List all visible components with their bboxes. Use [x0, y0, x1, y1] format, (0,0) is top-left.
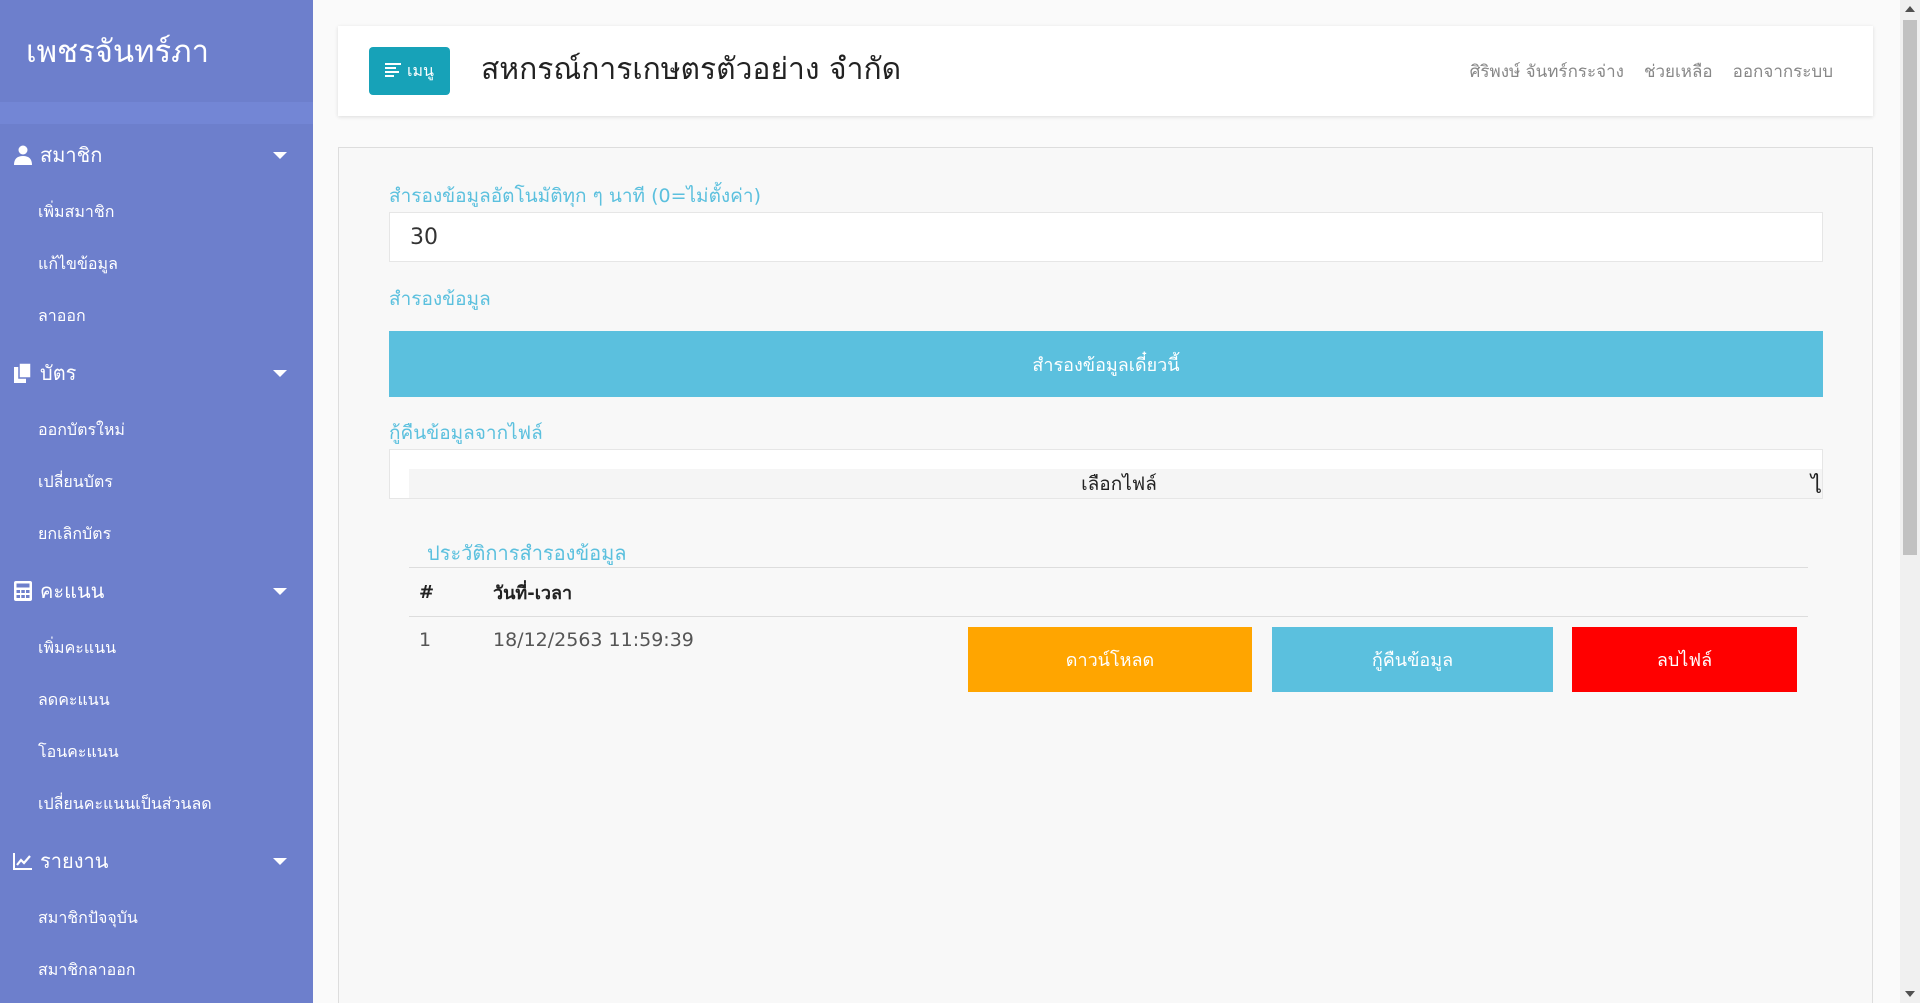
- calculator-icon: [12, 580, 34, 602]
- copy-icon: [12, 362, 34, 384]
- delete-file-button[interactable]: ลบไฟล์: [1572, 627, 1797, 692]
- nav-item-current-members[interactable]: สมาชิกปัจจุบัน: [0, 892, 313, 944]
- user-name-link[interactable]: ศิริพงษ์ จันทร์กระจ่าง: [1470, 58, 1624, 85]
- page-scrollbar[interactable]: [1900, 0, 1920, 1003]
- menu-toggle-button[interactable]: เมนู: [369, 47, 450, 95]
- table-row: 1 18/12/2563 11:59:39 ดาวน์โหลด กู้คืนข้…: [409, 617, 1808, 697]
- nav-item-change-card[interactable]: เปลี่ยนบัตร: [0, 456, 313, 508]
- backup-panel: สำรองข้อมูลอัตโนมัติทุก ๆ นาที (0=ไม่ตั้…: [338, 147, 1873, 1003]
- caret-down-icon: [273, 857, 287, 865]
- scroll-up-arrow-icon[interactable]: [1905, 6, 1915, 12]
- nav-head-members[interactable]: สมาชิก: [0, 124, 313, 186]
- auto-backup-input[interactable]: 30: [389, 212, 1823, 262]
- brand-divider: [0, 102, 313, 124]
- nav-item-points-to-discount[interactable]: เปลี่ยนคะแนนเป็นส่วนลด: [0, 778, 313, 830]
- caret-down-icon: [273, 151, 287, 159]
- nav-item-edit-member[interactable]: แก้ไขข้อมูล: [0, 238, 313, 290]
- backup-now-button[interactable]: สำรองข้อมูลเดี๋ยวนี้: [389, 331, 1823, 397]
- backup-history-table: # วันที่-เวลา 1 18/12/2563 11:59:39 ดาวน…: [409, 567, 1808, 697]
- menu-button-label: เมนู: [407, 60, 434, 80]
- nav-group-cards: บัตร ออกบัตรใหม่ เปลี่ยนบัตร ยกเลิกบัตร: [0, 342, 313, 560]
- nav-item-add-points[interactable]: เพิ่มคะแนน: [0, 622, 313, 674]
- align-left-icon: [385, 62, 402, 81]
- nav-item-reduce-points[interactable]: ลดคะแนน: [0, 674, 313, 726]
- brand-title: เพชรจันทร์ภา: [26, 34, 210, 70]
- nav-head-label: บัตร: [40, 361, 77, 385]
- nav-item-add-member[interactable]: เพิ่มสมาชิก: [0, 186, 313, 238]
- auto-backup-label: สำรองข้อมูลอัตโนมัติทุก ๆ นาที (0=ไม่ตั้…: [389, 185, 761, 207]
- nav-head-points[interactable]: คะแนน: [0, 560, 313, 622]
- nav-head-label: สมาชิก: [40, 143, 103, 167]
- choose-file-button[interactable]: เลือกไฟล์: [409, 469, 1822, 498]
- header-num: #: [419, 581, 435, 603]
- download-button[interactable]: ดาวน์โหลด: [968, 627, 1252, 692]
- row-datetime: 18/12/2563 11:59:39: [493, 629, 694, 651]
- nav-group-members: สมาชิก เพิ่มสมาชิก แก้ไขข้อมูล ลาออก: [0, 124, 313, 342]
- nav-item-resigned-members[interactable]: สมาชิกลาออก: [0, 944, 313, 996]
- sidebar: เพชรจันทร์ภา สมาชิก เพิ่มสมาชิก แก้ไขข้อ…: [0, 0, 313, 1003]
- logout-link[interactable]: ออกจากระบบ: [1733, 58, 1833, 85]
- file-status-text: ไ: [1810, 474, 1822, 499]
- caret-down-icon: [273, 587, 287, 595]
- nav-item-cancel-card[interactable]: ยกเลิกบัตร: [0, 508, 313, 560]
- file-input[interactable]: เลือกไฟล์ ไ: [389, 449, 1823, 499]
- nav-item-resign[interactable]: ลาออก: [0, 290, 313, 342]
- page-title: สหกรณ์การเกษตรตัวอย่าง จำกัด: [481, 52, 902, 87]
- nav-head-reports[interactable]: รายงาน: [0, 830, 313, 892]
- backup-label: สำรองข้อมูล: [389, 288, 491, 310]
- nav-head-label: คะแนน: [40, 579, 105, 603]
- top-navbar: เมนู สหกรณ์การเกษตรตัวอย่าง จำกัด ศิริพง…: [338, 26, 1873, 116]
- nav-item-new-card[interactable]: ออกบัตรใหม่: [0, 404, 313, 456]
- help-link[interactable]: ช่วยเหลือ: [1644, 58, 1713, 85]
- history-title: ประวัติการสำรองข้อมูล: [427, 541, 627, 565]
- row-num: 1: [419, 629, 432, 651]
- nav-group-points: คะแนน เพิ่มคะแนน ลดคะแนน โอนคะแนน เปลี่ย…: [0, 560, 313, 830]
- nav-item-transfer-points[interactable]: โอนคะแนน: [0, 726, 313, 778]
- chart-line-icon: [12, 850, 34, 872]
- top-links: ศิริพงษ์ จันทร์กระจ่าง ช่วยเหลือ ออกจากร…: [1470, 58, 1833, 85]
- nav-head-cards[interactable]: บัตร: [0, 342, 313, 404]
- scroll-down-arrow-icon[interactable]: [1905, 991, 1915, 997]
- nav-group-reports: รายงาน สมาชิกปัจจุบัน สมาชิกลาออก: [0, 830, 313, 996]
- nav-head-label: รายงาน: [40, 849, 109, 873]
- table-header: # วันที่-เวลา: [409, 567, 1808, 617]
- scroll-thumb[interactable]: [1903, 20, 1917, 555]
- caret-down-icon: [273, 369, 287, 377]
- restore-label: กู้คืนข้อมูลจากไฟล์: [389, 422, 543, 444]
- user-icon: [12, 144, 34, 166]
- header-datetime: วันที่-เวลา: [493, 582, 573, 604]
- restore-button[interactable]: กู้คืนข้อมูล: [1272, 627, 1553, 692]
